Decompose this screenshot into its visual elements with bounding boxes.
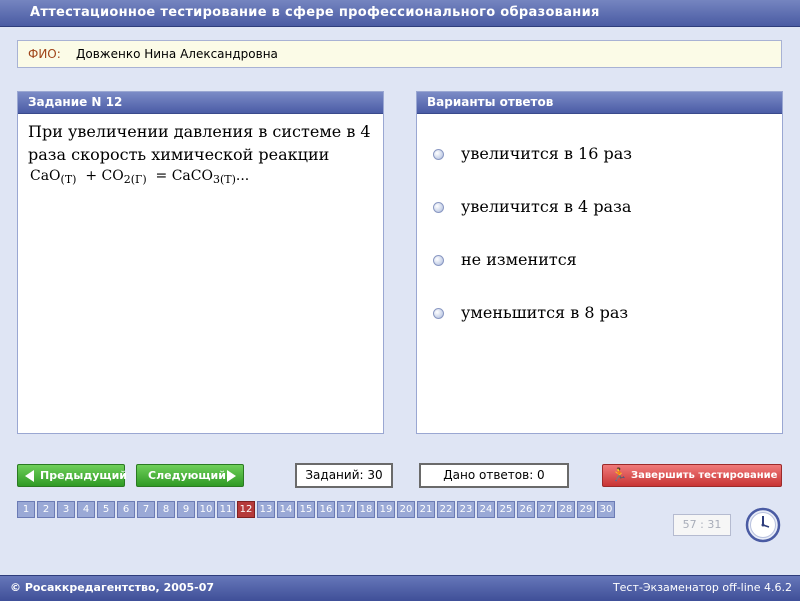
arrow-left-icon (25, 470, 34, 482)
task-panel: Задание N 12 При увеличении давления в с… (17, 91, 384, 434)
radio-button[interactable] (433, 255, 444, 266)
question-nav-button[interactable]: 13 (257, 501, 275, 518)
question-nav-button[interactable]: 3 (57, 501, 75, 518)
question-nav-button[interactable]: 16 (317, 501, 335, 518)
answered-count: Дано ответов: 0 (419, 463, 569, 488)
question-nav-button[interactable]: 23 (457, 501, 475, 518)
question-nav-button[interactable]: 1 (17, 501, 35, 518)
question-nav-button[interactable]: 9 (177, 501, 195, 518)
finish-test-button[interactable]: 🏃 Завершить тестирование (602, 464, 782, 487)
radio-button[interactable] (433, 149, 444, 160)
question-nav-button[interactable]: 14 (277, 501, 295, 518)
question-nav-button[interactable]: 10 (197, 501, 215, 518)
question-nav-button[interactable]: 6 (117, 501, 135, 518)
answer-option-text[interactable]: увеличится в 4 раза (461, 197, 631, 216)
formula-caco3-state: 3(Т) (212, 173, 236, 186)
formula-cao-state: (Т) (60, 173, 77, 186)
question-nav-button[interactable]: 27 (537, 501, 555, 518)
question-nav-button[interactable]: 18 (357, 501, 375, 518)
task-panel-header: Задание N 12 (18, 92, 383, 114)
question-nav-button[interactable]: 2 (37, 501, 55, 518)
answers-panel-header: Варианты ответов (417, 92, 782, 114)
arrow-right-icon (227, 470, 236, 482)
running-man-icon: 🏃 (611, 468, 628, 483)
question-nav-button[interactable]: 20 (397, 501, 415, 518)
question-text: При увеличении давления в системе в 4 ра… (28, 122, 371, 164)
question-nav-button[interactable]: 12 (237, 501, 255, 518)
radio-button[interactable] (433, 308, 444, 319)
timer: 57 : 31 (673, 514, 731, 536)
question-nav-button[interactable]: 11 (217, 501, 235, 518)
answers-panel: Варианты ответов увеличится в 16 раз уве… (416, 91, 783, 434)
clock-icon (745, 507, 781, 543)
question-nav-button[interactable]: 19 (377, 501, 395, 518)
student-name-label: ФИО: (28, 47, 61, 61)
question-nav-button[interactable]: 5 (97, 501, 115, 518)
tasks-count: Заданий: 30 (295, 463, 393, 488)
student-name-bar: ФИО: Довженко Нина Александровна (17, 40, 782, 68)
question-nav-button[interactable]: 28 (557, 501, 575, 518)
question-nav-button[interactable]: 7 (137, 501, 155, 518)
title-bar: Аттестационное тестирование в сфере проф… (0, 0, 800, 27)
question-nav-button[interactable]: 24 (477, 501, 495, 518)
student-name-value: Довженко Нина Александровна (76, 47, 278, 61)
finish-test-label[interactable]: Завершить тестирование (631, 470, 777, 481)
radio-button[interactable] (433, 202, 444, 213)
next-button[interactable]: Следующий (136, 464, 244, 487)
question-nav-button[interactable]: 17 (337, 501, 355, 518)
answer-option-text[interactable]: увеличится в 16 раз (461, 144, 632, 163)
question-nav-button[interactable]: 29 (577, 501, 595, 518)
question-nav-button[interactable]: 15 (297, 501, 315, 518)
app-title: Аттестационное тестирование в сфере проф… (30, 5, 600, 20)
question-nav-button[interactable]: 25 (497, 501, 515, 518)
version-text: Тест-Экзаменатор off-line 4.6.2 (612, 581, 792, 594)
formula-tail: ... (235, 168, 250, 184)
previous-button-label[interactable]: Предыдущий (40, 469, 127, 482)
question-nav-button[interactable]: 22 (437, 501, 455, 518)
answer-option-text[interactable]: не изменится (461, 250, 577, 269)
copyright-text: © Росаккредагентство, 2005-07 (10, 581, 215, 594)
question-navigator: 1 2 3 4 5 6 7 8 9 10 11 12 13 14 15 16 17 18 19 20 21 22 23 24 2… (17, 501, 617, 518)
formula-co2: + CO (85, 168, 124, 184)
status-bar: © Росаккредагентство, 2005-07 Тест-Экзам… (0, 575, 800, 601)
question-nav-button[interactable]: 26 (517, 501, 535, 518)
formula-cao: CaO (30, 168, 61, 184)
question-nav-button[interactable]: 4 (77, 501, 95, 518)
question-nav-button[interactable]: 8 (157, 501, 175, 518)
formula-caco3: = CaCO (155, 168, 213, 184)
previous-button[interactable]: Предыдущий (17, 464, 127, 487)
question-nav-button[interactable]: 21 (417, 501, 435, 518)
formula-co2-state: 2(Г) (123, 173, 147, 186)
next-button-label[interactable]: Следующий (148, 469, 226, 482)
question-nav-button[interactable]: 30 (597, 501, 615, 518)
reaction-formula: CaO(Т) + CO2(Г) = CaCO3(Т)... (18, 166, 383, 190)
answer-option-text[interactable]: уменьшится в 8 раз (461, 303, 628, 322)
